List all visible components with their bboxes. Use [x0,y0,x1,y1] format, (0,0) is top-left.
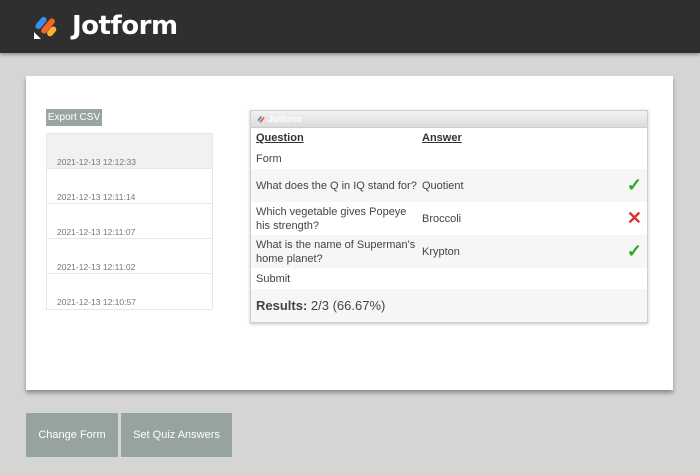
change-form-button[interactable]: Change Form [26,413,118,457]
form-label: Form [256,152,282,165]
answer-text: Broccoli [422,212,462,225]
results-label: Results: [256,298,308,313]
submission-item[interactable]: 2021-12-13 12:11:02 [47,239,212,274]
table-row: What does the Q in IQ stand for? Quotien… [251,169,647,202]
submit-row: Submit [251,268,647,289]
table-header: Question Answer [251,128,647,148]
question-header: Question [256,132,304,144]
results-value: 2/3 (66.67%) [310,298,386,313]
question-text: Which vegetable gives Popeye his strengt… [256,205,407,232]
submission-item[interactable]: 2021-12-13 12:11:07 [47,204,212,239]
check-icon: ✓ [626,241,642,261]
export-csv-button[interactable]: Export CSV [46,109,102,126]
app-header: Jotform [0,0,700,53]
answer-text: Krypton [422,245,460,258]
set-quiz-answers-button[interactable]: Set Quiz Answers [121,413,232,457]
cross-icon: ✕ [626,208,642,228]
submission-list: 2021-12-13 12:12:33 2021-12-13 12:11:14 … [46,133,213,310]
jotform-mini-logo-icon [257,115,265,123]
answer-header: Answer [422,132,462,144]
check-icon: ✓ [626,175,642,195]
panel-title-bar: Jotform [251,111,647,128]
answer-text: Quotient [422,179,464,192]
form-row: Form [251,148,647,169]
results-row: Results: 2/3 (66.67%) [251,289,647,322]
jotform-logo-icon [34,16,57,39]
submission-item[interactable]: 2021-12-13 12:12:33 [47,134,212,169]
submission-item[interactable]: 2021-12-13 12:11:14 [47,169,212,204]
question-text: What is the name of Superman's home plan… [256,238,416,265]
panel-title: Jotform [268,114,302,124]
question-text: What does the Q in IQ stand for? [256,179,417,192]
quiz-result-panel: Jotform Question Answer Form What does t… [250,110,648,323]
table-row: Which vegetable gives Popeye his strengt… [251,202,647,235]
submission-item[interactable]: 2021-12-13 12:10:57 [47,274,212,309]
table-row: What is the name of Superman's home plan… [251,235,647,268]
main-card: Export CSV 2021-12-13 12:12:33 2021-12-1… [26,76,673,390]
submit-label: Submit [256,272,291,285]
brand-name: Jotform [72,11,178,41]
